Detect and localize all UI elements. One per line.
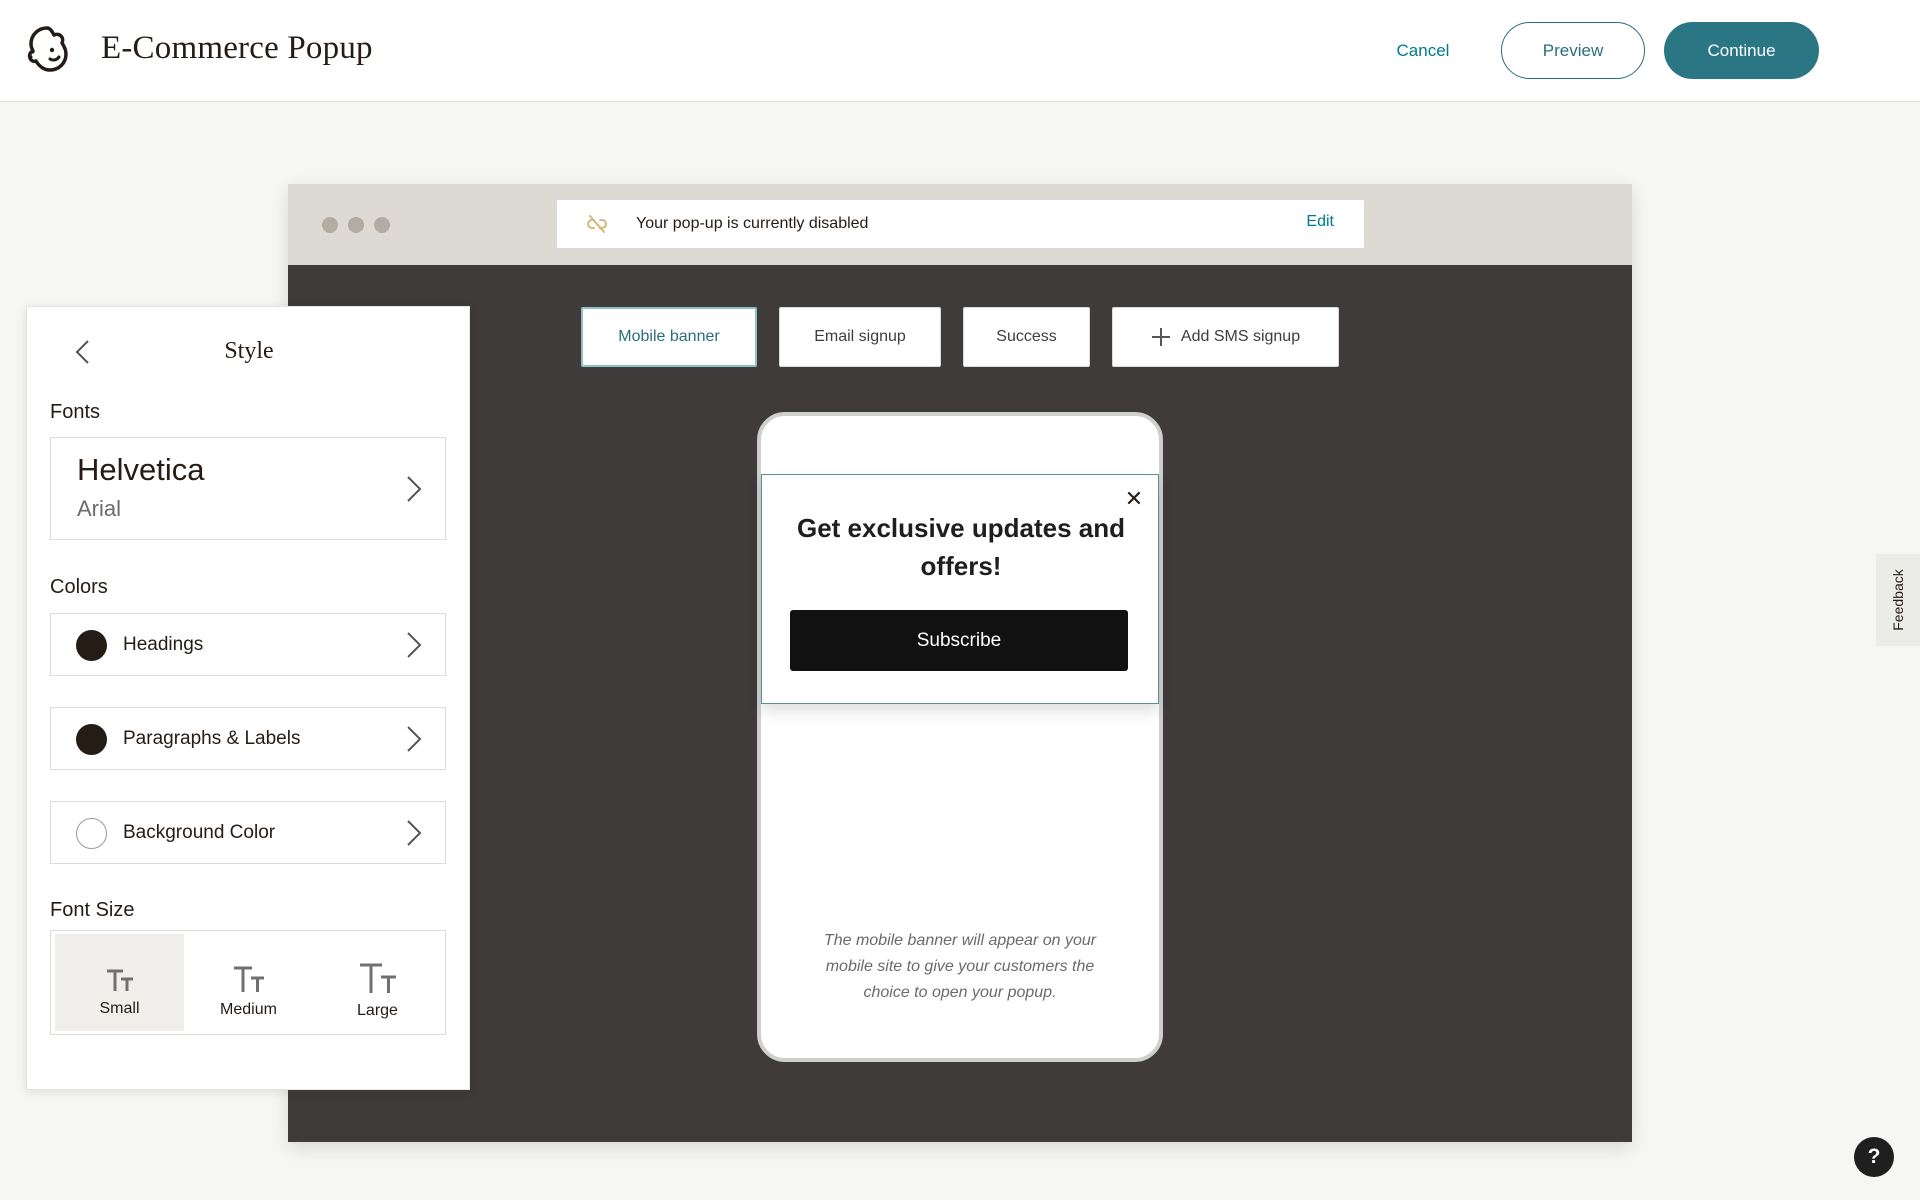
browser-chrome: Your pop-up is currently disabled Edit [288, 184, 1632, 265]
window-dot [374, 217, 390, 233]
tab-email-signup[interactable]: Email signup [779, 307, 941, 367]
popup-status-text: Your pop-up is currently disabled [636, 215, 869, 232]
mobile-banner-note: The mobile banner will appear on your mo… [823, 932, 1097, 1001]
color-swatch [76, 818, 107, 849]
edit-status-link[interactable]: Edit [1306, 213, 1334, 231]
color-swatch [76, 724, 107, 755]
continue-button[interactable]: Continue [1664, 22, 1819, 79]
status-bar: Your pop-up is currently disabled Edit [557, 200, 1364, 248]
font-size-small-option[interactable]: Small [55, 934, 184, 1031]
window-dot [322, 217, 338, 233]
popup-preview[interactable]: ✕ Get exclusive updates and offers! Subs… [761, 474, 1159, 704]
size-label: Medium [220, 1000, 277, 1018]
color-row-label: Paragraphs & Labels [123, 728, 301, 749]
font-size-medium-option[interactable]: Medium [184, 934, 313, 1031]
tab-label: Success [996, 328, 1057, 345]
preview-button[interactable]: Preview [1501, 22, 1645, 79]
color-swatch [76, 630, 107, 661]
chevron-right-icon [407, 726, 422, 752]
font-size-selector: Small Medium Large [50, 930, 446, 1035]
panel-title: Style [224, 338, 274, 364]
chevron-right-icon [407, 632, 422, 658]
size-label: Small [99, 999, 140, 1017]
tab-success[interactable]: Success [963, 307, 1090, 367]
unlink-icon [587, 215, 607, 233]
plus-icon [1151, 328, 1170, 346]
chevron-right-icon [407, 476, 422, 502]
tab-add-sms-signup[interactable]: Add SMS signup [1112, 307, 1339, 367]
text-size-icon [359, 963, 396, 993]
color-row-background-color[interactable]: Background Color [50, 801, 446, 864]
font-primary-name: Helvetica [77, 452, 205, 487]
chevron-right-icon [407, 820, 422, 846]
font-selector[interactable]: Helvetica Arial [50, 437, 446, 540]
font-size-large-option[interactable]: Large [313, 934, 442, 1031]
color-row-headings[interactable]: Headings [50, 613, 446, 676]
feedback-label: Feedback [1890, 569, 1906, 631]
window-dot [348, 217, 364, 233]
subscribe-button[interactable]: Subscribe [790, 610, 1128, 671]
popup-heading: Get exclusive updates and offers! [796, 513, 1125, 581]
tab-label: Email signup [814, 328, 906, 345]
colors-section-label: Colors [50, 576, 108, 598]
phone-mockup: ✕ Get exclusive updates and offers! Subs… [757, 412, 1163, 1062]
help-button[interactable]: ? [1854, 1137, 1894, 1177]
style-panel: Style Fonts Helvetica Arial Colors Headi… [26, 306, 470, 1090]
color-row-label: Background Color [123, 822, 276, 843]
page-title: E-Commerce Popup [101, 30, 373, 66]
tab-label: Mobile banner [618, 328, 720, 345]
color-row-paragraphs-labels[interactable]: Paragraphs & Labels [50, 707, 446, 770]
close-icon[interactable]: ✕ [1122, 487, 1146, 511]
mailchimp-logo-icon[interactable] [20, 22, 74, 76]
font-size-section-label: Font Size [50, 899, 135, 921]
feedback-tab[interactable]: Feedback [1876, 554, 1920, 646]
color-row-label: Headings [123, 634, 204, 655]
cancel-button[interactable]: Cancel [1368, 26, 1478, 76]
text-size-icon [106, 969, 133, 991]
tab-label: Add SMS signup [1180, 328, 1301, 345]
browser-preview: Your pop-up is currently disabled Edit M… [288, 184, 1632, 1142]
text-size-icon [233, 966, 264, 992]
fonts-section-label: Fonts [50, 401, 101, 423]
font-fallback-name: Arial [77, 496, 122, 521]
size-label: Large [357, 1001, 398, 1019]
tab-mobile-banner[interactable]: Mobile banner [581, 307, 757, 367]
top-bar: E-Commerce Popup Cancel Preview Continue [0, 0, 1920, 102]
